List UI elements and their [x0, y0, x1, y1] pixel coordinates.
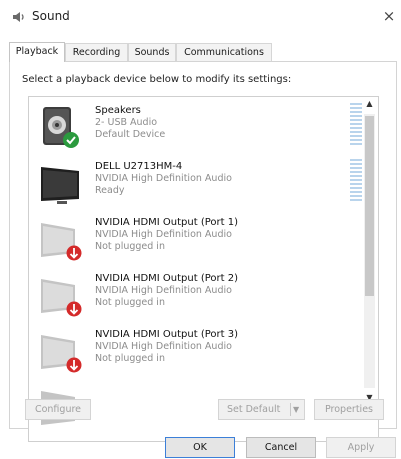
device-list: Speakers 2- USB Audio Default Device DEL…: [28, 96, 379, 442]
device-status: Not plugged in: [95, 353, 165, 364]
default-check-icon: [63, 132, 79, 148]
device-item-hdmi-port-2[interactable]: NVIDIA HDMI Output (Port 2) NVIDIA High …: [29, 269, 361, 325]
device-driver: 2- USB Audio: [95, 117, 158, 128]
volume-meter: [350, 103, 362, 145]
tab-playback[interactable]: Playback: [9, 42, 65, 62]
device-item-dell-monitor[interactable]: DELL U2713HM-4 NVIDIA High Definition Au…: [29, 157, 362, 213]
device-name: NVIDIA HDMI Output (Port 3): [95, 329, 238, 340]
tab-recording[interactable]: Recording: [65, 43, 128, 61]
sound-app-icon: [13, 12, 24, 22]
set-default-label: Set Default: [227, 404, 281, 415]
device-item-hdmi-port-1[interactable]: NVIDIA HDMI Output (Port 1) NVIDIA High …: [29, 213, 361, 269]
device-status: Not plugged in: [95, 297, 165, 308]
device-status: Default Device: [95, 129, 166, 140]
monitor-disconnected-icon: [41, 223, 82, 261]
device-driver: NVIDIA High Definition Audio: [95, 229, 232, 240]
tab-sounds[interactable]: Sounds: [128, 43, 176, 61]
apply-button[interactable]: Apply: [326, 437, 396, 458]
device-status: Ready: [95, 185, 125, 196]
cancel-button[interactable]: Cancel: [246, 437, 316, 458]
monitor-disconnected-icon: [41, 279, 82, 317]
monitor-icon: [41, 167, 79, 204]
device-status: Not plugged in: [95, 241, 165, 252]
device-name: DELL U2713HM-4: [95, 161, 183, 172]
close-button[interactable]: ×: [381, 7, 397, 25]
monitor-disconnected-icon: [41, 335, 82, 373]
device-name: NVIDIA HDMI Output (Port 1): [95, 217, 238, 228]
scroll-thumb[interactable]: [365, 116, 374, 296]
device-driver: NVIDIA High Definition Audio: [95, 341, 232, 352]
instruction-text: Select a playback device below to modify…: [22, 74, 292, 85]
configure-button[interactable]: Configure: [25, 399, 91, 420]
speaker-icon: [43, 107, 79, 148]
window-title: Sound: [32, 9, 70, 23]
device-driver: NVIDIA High Definition Audio: [95, 285, 232, 296]
set-default-button[interactable]: Set Default ▼: [218, 399, 305, 420]
device-name: Speakers: [95, 105, 141, 116]
playback-panel: Select a playback device below to modify…: [9, 61, 397, 442]
device-driver: NVIDIA High Definition Audio: [95, 173, 232, 184]
device-item-speakers[interactable]: Speakers 2- USB Audio Default Device: [29, 101, 362, 157]
volume-meter: [350, 159, 362, 201]
properties-button[interactable]: Properties: [314, 399, 384, 420]
title-bar: Sound ×: [0, 0, 401, 34]
device-item-hdmi-port-3[interactable]: NVIDIA HDMI Output (Port 3) NVIDIA High …: [29, 325, 361, 381]
scroll-up-icon[interactable]: ▲: [362, 96, 377, 112]
ok-button[interactable]: OK: [165, 437, 235, 458]
tab-communications[interactable]: Communications: [176, 43, 272, 61]
device-name: NVIDIA HDMI Output (Port 2): [95, 273, 238, 284]
split-divider: [290, 403, 291, 416]
chevron-down-icon[interactable]: ▼: [293, 400, 299, 419]
device-list-scrollbar[interactable]: ▲ ▼: [362, 96, 377, 406]
